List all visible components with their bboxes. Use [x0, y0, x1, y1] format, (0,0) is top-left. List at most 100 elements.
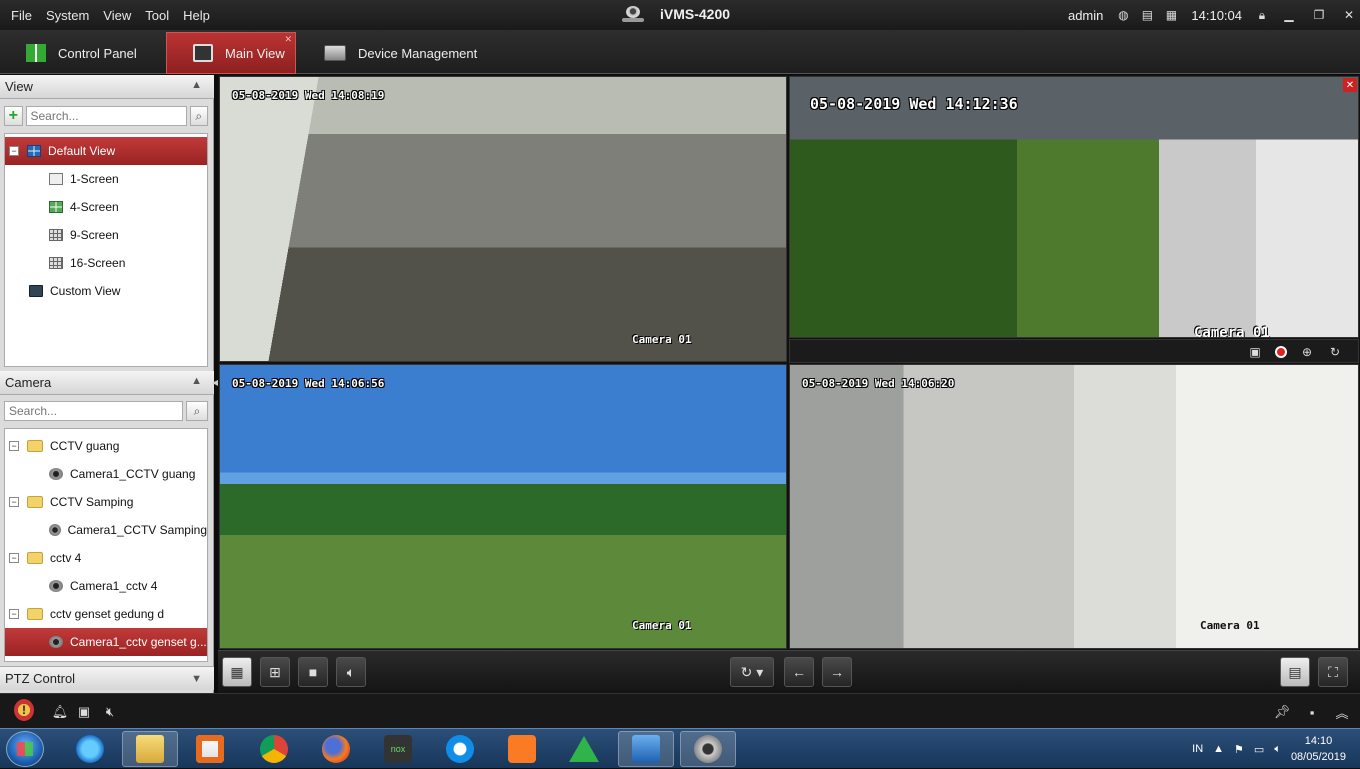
window-division-icon[interactable]: ▤	[1280, 657, 1310, 687]
tab-control-panel[interactable]: Control Panel	[0, 32, 165, 74]
ram-icon[interactable]: ▦	[1163, 7, 1179, 23]
collapse-icon[interactable]: ▲	[191, 375, 202, 387]
tree-item-label: 16-Screen	[70, 256, 126, 270]
tree-item-custom-view[interactable]: Custom View	[5, 277, 207, 305]
pin-icon[interactable]: 📌︎	[1272, 702, 1292, 722]
app-title-text: iVMS-4200	[660, 6, 731, 22]
expand-icon[interactable]: ▼	[191, 673, 202, 685]
tray-expand-icon[interactable]: ▲	[1213, 743, 1224, 755]
camera-panel-header[interactable]: Camera ▲	[0, 371, 214, 395]
tree-item-1-screen[interactable]: 1-Screen	[5, 165, 207, 193]
search-icon[interactable]: ⌕	[186, 401, 208, 421]
remote-desktop-icon[interactable]	[618, 731, 674, 767]
view-panel-header[interactable]: View ▲	[0, 75, 214, 99]
menu-help[interactable]: Help	[176, 8, 217, 23]
collapse-node-icon[interactable]: −	[9, 441, 19, 451]
refresh-icon[interactable]: ↻	[1326, 343, 1344, 361]
fullscreen-icon[interactable]: ⛶	[1318, 657, 1348, 687]
collapse-node-icon[interactable]: −	[9, 497, 19, 507]
tree-camera-cctv-genset[interactable]: Camera1_cctv genset g...	[5, 628, 207, 656]
collapse-node-icon[interactable]: −	[9, 146, 19, 156]
tree-group-cctv-genset[interactable]: − cctv genset gedung d	[5, 600, 207, 628]
keyboard-icon[interactable]: ▤	[1139, 7, 1155, 23]
explorer-icon[interactable]	[122, 731, 178, 767]
taskbar-clock[interactable]: 14:10 08/05/2019	[1291, 733, 1346, 765]
restore-panel-icon[interactable]: ▪	[1302, 702, 1322, 722]
collapse-node-icon[interactable]: −	[9, 609, 19, 619]
taskbar-date: 08/05/2019	[1290, 751, 1346, 763]
video-pane-3[interactable]: 05-08-2019 Wed 14:06:56 Camera 01	[219, 364, 787, 649]
auto-switch-icon[interactable]: ↻ ▾	[730, 657, 774, 687]
tree-item-9-screen[interactable]: 9-Screen	[5, 221, 207, 249]
close-tab-icon[interactable]: ✕	[284, 34, 292, 45]
chrome-icon[interactable]	[246, 731, 302, 767]
alarm-bell-icon[interactable]: 🔔︎	[50, 702, 70, 722]
ivms-taskbar-icon[interactable]	[680, 731, 736, 767]
tree-item-4-screen[interactable]: 4-Screen	[5, 193, 207, 221]
close-pane-icon[interactable]: ✕	[1343, 78, 1357, 92]
teamviewer-icon[interactable]	[432, 731, 488, 767]
start-button[interactable]	[6, 731, 44, 767]
record-button[interactable]	[1272, 343, 1290, 361]
view-search-input[interactable]	[25, 106, 187, 126]
app-title: iVMS-4200	[622, 4, 730, 24]
ie-icon[interactable]	[62, 731, 118, 767]
previous-icon[interactable]: ←	[784, 657, 814, 687]
capture-icon[interactable]: ▣	[1246, 343, 1264, 361]
alarm-warning-icon[interactable]: !	[14, 699, 34, 721]
tree-camera-cctv-4[interactable]: Camera1_cctv 4	[5, 572, 207, 600]
tree-item-16-screen[interactable]: 16-Screen	[5, 249, 207, 277]
device-management-icon	[324, 45, 346, 61]
tab-main-view[interactable]: Main View ✕	[166, 32, 296, 74]
video-pane-1[interactable]: 05-08-2019 Wed 14:08:19 Camera 01	[219, 76, 787, 362]
title-bar: File System View Tool Help iVMS-4200 adm…	[0, 0, 1360, 30]
stop-all-icon[interactable]: ■	[298, 657, 328, 687]
media-player-icon[interactable]	[182, 731, 238, 767]
menu-system[interactable]: System	[39, 8, 96, 23]
next-icon[interactable]: →	[822, 657, 852, 687]
volume-tray-icon[interactable]: 🔈︎	[1274, 743, 1281, 756]
tree-item-label: Camera1_CCTV Samping	[67, 523, 207, 537]
language-indicator[interactable]: IN	[1192, 743, 1203, 755]
tree-group-cctv-samping[interactable]: − CCTV Samping	[5, 488, 207, 516]
tree-camera-cctv-samping[interactable]: Camera1_CCTV Samping	[5, 516, 207, 544]
close-button[interactable]: ✕	[1338, 6, 1360, 24]
alarm-event-icon[interactable]: ▣	[74, 702, 94, 722]
ptz-control-header[interactable]: PTZ Control ▼	[0, 666, 214, 690]
tree-group-cctv-guang[interactable]: − CCTV guang	[5, 432, 207, 460]
video-pane-2[interactable]: 05-08-2019 Wed 14:12:36 Camera 01 ✕	[789, 76, 1359, 338]
add-view-button[interactable]: +	[4, 106, 23, 126]
nox-icon[interactable]: nox	[370, 731, 426, 767]
firefox-icon[interactable]	[308, 731, 364, 767]
tree-item-default-view[interactable]: − Default View	[5, 137, 207, 165]
globe-icon[interactable]: ◍	[1115, 7, 1131, 23]
four-screen-icon	[49, 201, 63, 213]
menu-tool[interactable]: Tool	[138, 8, 176, 23]
green-triangle-app-icon[interactable]	[556, 731, 612, 767]
tree-camera-cctv-guang[interactable]: Camera1_CCTV guang	[5, 460, 207, 488]
expand-panel-icon[interactable]: ︽	[1332, 702, 1352, 722]
tab-label: Device Management	[358, 45, 478, 61]
lock-icon[interactable]: 🔒︎	[1254, 7, 1270, 23]
minimize-button[interactable]: ▁	[1278, 6, 1300, 24]
video-pane-4[interactable]: 05-08-2019 Wed 14:06:20 Camera 01	[789, 364, 1359, 649]
tab-device-management[interactable]: Device Management	[298, 32, 488, 74]
network-icon[interactable]: ▭	[1254, 743, 1264, 756]
tree-group-cctv-4[interactable]: − cctv 4	[5, 544, 207, 572]
save-view-icon[interactable]: ▦	[222, 657, 252, 687]
restore-button[interactable]: ❐	[1308, 6, 1330, 24]
volume-icon[interactable]: 🔈︎	[336, 657, 366, 687]
menu-file[interactable]: File	[4, 8, 39, 23]
mute-icon[interactable]: 🔇︎	[100, 702, 120, 722]
zoom-icon[interactable]: ⊕	[1298, 343, 1316, 361]
collapse-node-icon[interactable]: −	[9, 553, 19, 563]
menu-view[interactable]: View	[96, 8, 138, 23]
network-error-icon[interactable]: ⚑	[1234, 743, 1244, 756]
tree-item-label: 1-Screen	[70, 172, 119, 186]
search-icon[interactable]: ⌕	[189, 106, 208, 126]
camera-search-input[interactable]	[4, 401, 183, 421]
layout-icon[interactable]: ⊞	[260, 657, 290, 687]
folder-icon	[27, 496, 43, 508]
collapse-icon[interactable]: ▲	[191, 79, 202, 91]
xampp-icon[interactable]	[494, 731, 550, 767]
